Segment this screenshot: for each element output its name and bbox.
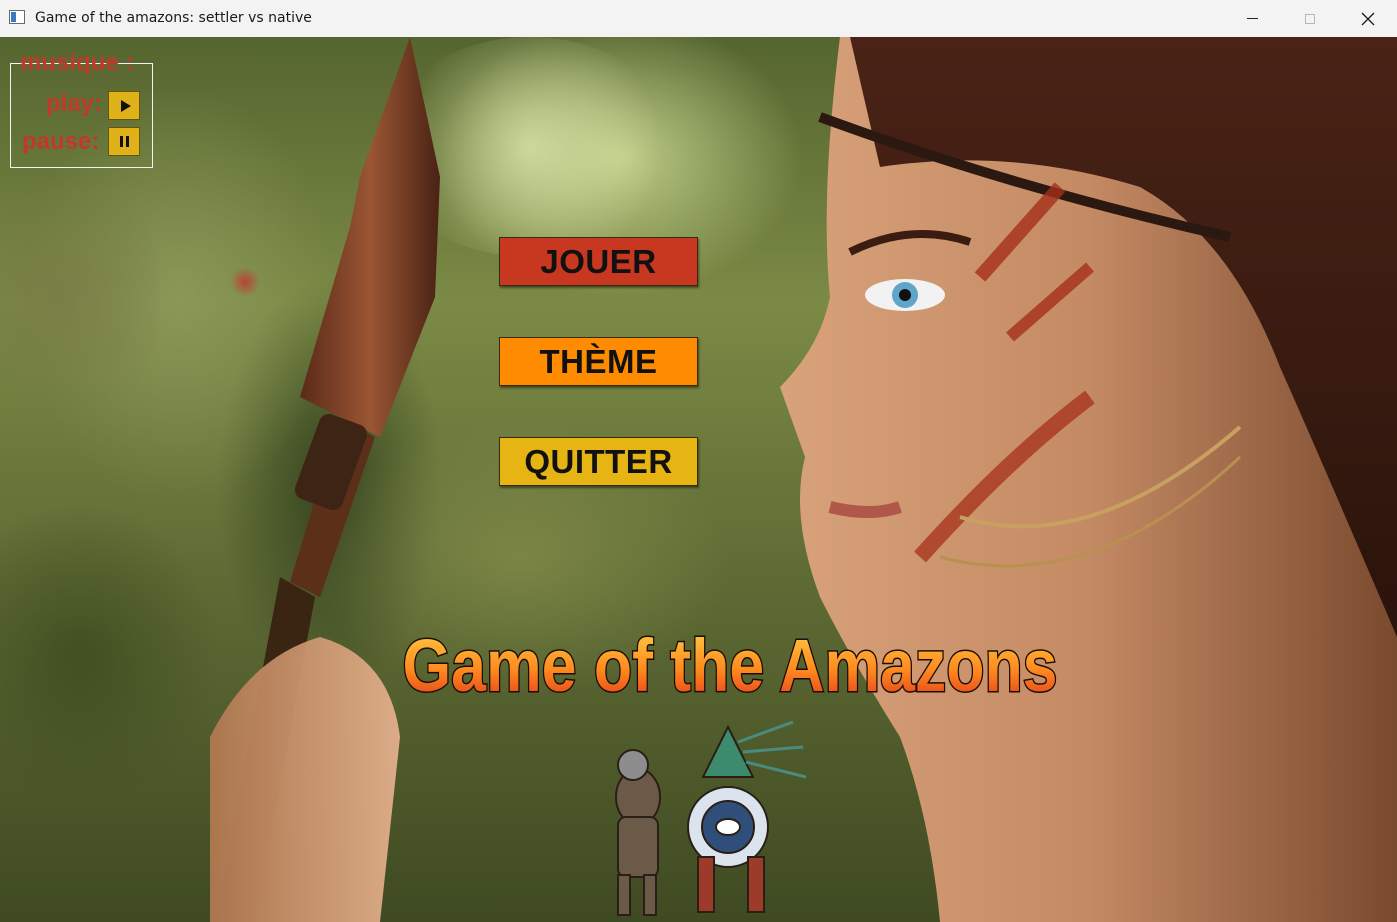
game-logo: Game of the Amazons	[395, 611, 1065, 707]
music-play-button[interactable]	[108, 91, 140, 120]
maximize-button[interactable]	[1281, 0, 1339, 37]
music-legend: musique :	[20, 49, 134, 76]
minimize-icon	[1246, 18, 1258, 19]
spear-illustration	[210, 37, 440, 922]
window-title: Game of the amazons: settler vs native	[35, 10, 312, 26]
quit-button[interactable]: QUITTER	[499, 437, 698, 486]
window-titlebar: Game of the amazons: settler vs native	[0, 0, 1397, 37]
close-icon	[1361, 12, 1375, 25]
music-pause-button[interactable]	[108, 127, 140, 156]
amazon-warrior-illustration	[780, 37, 1397, 922]
theme-button[interactable]: THÈME	[499, 337, 698, 386]
play-game-button[interactable]: JOUER	[499, 237, 698, 286]
pause-label: pause:	[22, 128, 100, 155]
game-menu-canvas: musique : play: pause: JOUER THÈME QUITT…	[0, 37, 1397, 922]
warriors-emblem	[615, 720, 807, 916]
maximize-icon	[1305, 13, 1315, 24]
close-button[interactable]	[1339, 0, 1397, 37]
play-icon	[120, 99, 131, 112]
background-bokeh	[0, 157, 160, 437]
game-logo-text: Game of the Amazons	[403, 624, 1058, 706]
play-label: play:	[46, 90, 103, 117]
minimize-button[interactable]	[1223, 0, 1281, 37]
pause-icon	[119, 136, 129, 147]
app-window-icon	[9, 10, 25, 24]
